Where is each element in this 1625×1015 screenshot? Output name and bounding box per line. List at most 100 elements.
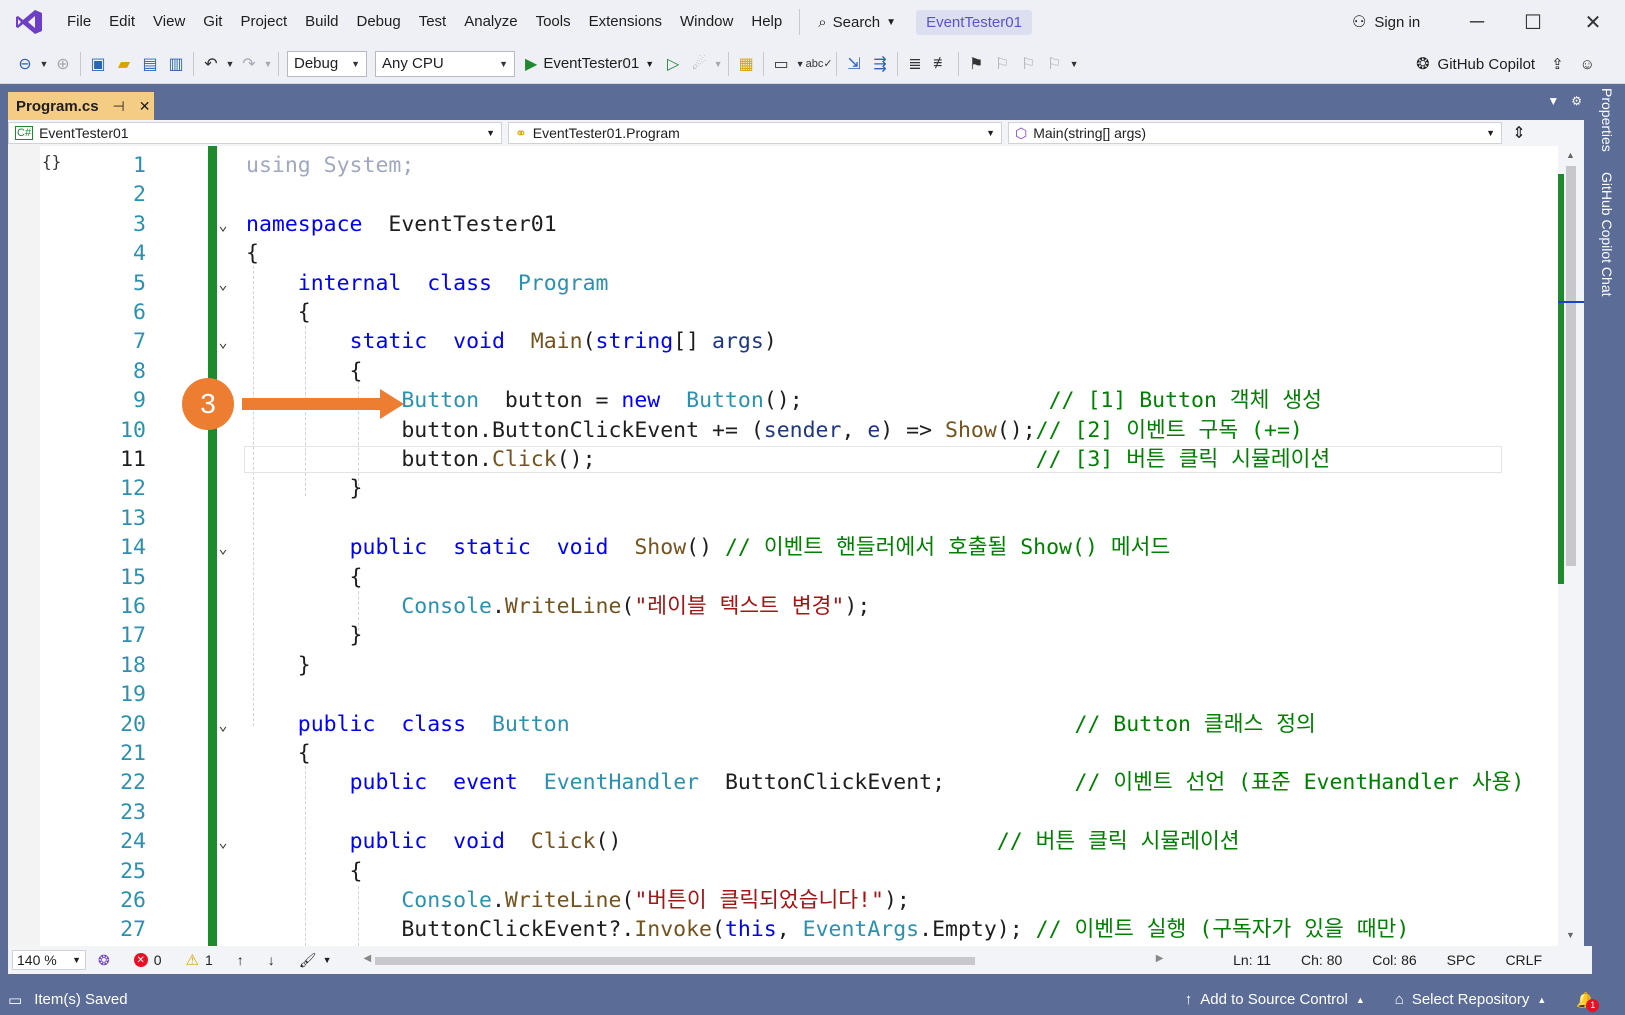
code-line[interactable]: 9 Button button = new Button(); // [1] B… bbox=[8, 386, 1558, 416]
code-line[interactable]: 1 using System; bbox=[8, 151, 1558, 181]
settings-gear-icon[interactable]: ⚙ bbox=[1571, 94, 1582, 108]
code-cleanup-icon[interactable]: 🖌 ▼ bbox=[287, 952, 344, 969]
code-line[interactable]: 19 bbox=[8, 680, 1558, 710]
code-line[interactable]: 14 ⌄ public static void Show() // 이벤트 핸들러… bbox=[8, 533, 1558, 563]
error-count[interactable]: ✕ 0 bbox=[122, 952, 174, 968]
code-line[interactable]: 20 ⌄ public class Button // Button 클래스 정의 bbox=[8, 710, 1558, 740]
vertical-scrollbar[interactable]: ▲ ▼ bbox=[1558, 146, 1584, 946]
open-folder-icon[interactable]: ▰ bbox=[111, 51, 137, 77]
save-all-icon[interactable]: ▥ bbox=[163, 51, 189, 77]
dropdown-arrow-icon[interactable]: ▼ bbox=[38, 51, 50, 77]
menu-item[interactable]: Test bbox=[410, 7, 456, 37]
dropdown-arrow-icon[interactable]: ▼ bbox=[262, 51, 274, 77]
code-line[interactable]: 13 bbox=[8, 504, 1558, 534]
code-line[interactable]: 27 ButtonClickEvent?.Invoke(this, EventA… bbox=[8, 915, 1558, 945]
menu-item[interactable]: Edit bbox=[100, 7, 144, 37]
properties-panel-tab[interactable]: Properties bbox=[1599, 88, 1615, 152]
column-indicator[interactable]: Col: 86 bbox=[1372, 952, 1416, 968]
layout-icon[interactable]: ▭ bbox=[768, 51, 794, 77]
spell-check-icon[interactable]: abc✓ bbox=[806, 51, 833, 77]
code-line[interactable]: 23 bbox=[8, 798, 1558, 828]
scrollbar-thumb[interactable] bbox=[1566, 166, 1576, 566]
notifications-button[interactable]: 🔔 1 bbox=[1576, 991, 1600, 1012]
code-line[interactable]: 2 bbox=[8, 180, 1558, 210]
menu-item[interactable]: Analyze bbox=[455, 7, 526, 37]
next-bookmark-icon[interactable]: ⚐ bbox=[1015, 51, 1041, 77]
code-line[interactable]: 4{ bbox=[8, 239, 1558, 269]
code-line[interactable]: 5 ⌄ internal class Program bbox=[8, 269, 1558, 299]
step-over-icon[interactable]: ⇶ bbox=[867, 51, 893, 77]
code-line[interactable]: 3 ⌄ namespace EventTester01 bbox=[8, 210, 1558, 240]
solution-configuration-select[interactable]: Debug ▼ bbox=[287, 50, 367, 77]
comment-lines-icon[interactable]: ≣ bbox=[902, 51, 928, 77]
new-project-icon[interactable]: ▣ bbox=[85, 51, 111, 77]
code-line[interactable]: 21 { bbox=[8, 739, 1558, 769]
previous-bookmark-icon[interactable]: ⚐ bbox=[989, 51, 1015, 77]
menu-item[interactable]: Tools bbox=[527, 7, 580, 37]
bookmark-icon[interactable]: ⚑ bbox=[963, 51, 989, 77]
copilot-chat-panel-tab[interactable]: GitHub Copilot Chat bbox=[1599, 172, 1615, 297]
code-line[interactable]: 22 public event EventHandler ButtonClick… bbox=[8, 768, 1558, 798]
scroll-up-icon[interactable]: ▲ bbox=[1566, 150, 1575, 160]
menu-item[interactable]: Window bbox=[671, 7, 742, 37]
solution-explorer-icon[interactable]: ▦ bbox=[733, 51, 759, 77]
code-line[interactable]: 26 Console.WriteLine("버튼이 클릭되었습니다!"); bbox=[8, 886, 1558, 916]
code-line[interactable]: 10 button.ButtonClickEvent += (sender, e… bbox=[8, 416, 1558, 446]
code-line[interactable]: 18 } bbox=[8, 651, 1558, 681]
toolbar-overflow-icon[interactable]: ▼ bbox=[1067, 51, 1081, 77]
menu-item[interactable]: View bbox=[144, 7, 194, 37]
menu-item[interactable]: File bbox=[58, 7, 100, 37]
fold-toggle-icon[interactable]: ⌄ bbox=[216, 533, 230, 563]
dropdown-arrow-icon[interactable]: ▼ bbox=[712, 51, 724, 77]
dropdown-arrow-icon[interactable]: ▼ bbox=[794, 51, 806, 77]
close-window-button[interactable]: ✕ bbox=[1570, 6, 1616, 38]
navigate-back-icon[interactable]: ⊖ bbox=[12, 51, 38, 77]
share-icon[interactable]: ⇪ bbox=[1551, 55, 1564, 73]
code-line[interactable]: 25 { bbox=[8, 857, 1558, 887]
start-debugging-button[interactable]: ▶ EventTester01 ▼ bbox=[519, 54, 660, 74]
code-line[interactable]: 7 ⌄ static void Main(string[] args) bbox=[8, 327, 1558, 357]
add-to-source-control-button[interactable]: ↑ Add to Source Control ▲ bbox=[1185, 991, 1365, 1008]
uncomment-lines-icon[interactable]: ≢ bbox=[928, 51, 954, 77]
menu-item[interactable]: Git bbox=[194, 7, 231, 37]
horizontal-scrollbar-thumb[interactable] bbox=[375, 957, 976, 965]
fold-toggle-icon[interactable]: ⌄ bbox=[216, 210, 230, 240]
hot-reload-icon[interactable]: ☄ bbox=[686, 51, 712, 77]
whitespace-indicator[interactable]: SPC bbox=[1447, 952, 1476, 968]
document-tab-program-cs[interactable]: Program.cs ⊣ ✕ bbox=[8, 92, 154, 120]
clear-bookmarks-icon[interactable]: ⚐ bbox=[1041, 51, 1067, 77]
maximize-button[interactable]: ☐ bbox=[1510, 6, 1556, 38]
horizontal-scrollbar[interactable]: ◀ ▶ bbox=[363, 953, 1163, 967]
close-tab-icon[interactable]: ✕ bbox=[139, 98, 151, 115]
pin-icon[interactable]: ⊣ bbox=[113, 98, 125, 115]
fold-toggle-icon[interactable]: ⌄ bbox=[216, 327, 230, 357]
fold-toggle-icon[interactable]: ⌄ bbox=[216, 827, 230, 857]
member-dropdown[interactable]: ⬡ Main(string[] args) ▼ bbox=[1008, 122, 1502, 144]
code-line[interactable]: 12 } bbox=[8, 474, 1558, 504]
project-dropdown[interactable]: C# EventTester01 ▼ bbox=[8, 122, 502, 144]
next-issue-icon[interactable]: ↓ bbox=[256, 952, 287, 968]
minimize-button[interactable]: ─ bbox=[1454, 6, 1500, 38]
type-dropdown[interactable]: ⚭ EventTester01.Program ▼ bbox=[508, 122, 1002, 144]
solution-platform-select[interactable]: Any CPU ▼ bbox=[375, 50, 515, 77]
copilot-status-icon[interactable]: ❂ bbox=[86, 952, 122, 969]
code-line[interactable]: 6 { bbox=[8, 298, 1558, 328]
sign-in-button[interactable]: ⚇ Sign in bbox=[1352, 8, 1420, 36]
navigate-forward-icon[interactable]: ⊕ bbox=[50, 51, 76, 77]
menu-item[interactable]: Extensions bbox=[580, 7, 671, 37]
scroll-right-icon[interactable]: ▶ bbox=[1156, 953, 1164, 964]
save-icon[interactable]: ▤ bbox=[137, 51, 163, 77]
search-box[interactable]: ⌕ Search ▼ bbox=[808, 7, 906, 37]
code-line[interactable]: 8 { bbox=[8, 357, 1558, 387]
code-line[interactable]: 16 Console.WriteLine("레이블 텍스트 변경"); bbox=[8, 592, 1558, 622]
menu-item[interactable]: Project bbox=[231, 7, 296, 37]
menu-item[interactable]: Help bbox=[742, 7, 791, 37]
char-indicator[interactable]: Ch: 80 bbox=[1301, 952, 1342, 968]
split-editor-icon[interactable]: ⇕ bbox=[1508, 123, 1530, 143]
line-ending-indicator[interactable]: CRLF bbox=[1505, 952, 1542, 968]
redo-icon[interactable]: ↷ bbox=[236, 51, 262, 77]
tab-list-dropdown-icon[interactable]: ▼ bbox=[1547, 94, 1559, 108]
code-line[interactable]: 11 button.Click(); // [3] 버튼 클릭 시뮬레이션 bbox=[8, 445, 1558, 475]
fold-toggle-icon[interactable]: ⌄ bbox=[216, 710, 230, 740]
output-window-icon[interactable]: ▭ bbox=[8, 991, 22, 1009]
